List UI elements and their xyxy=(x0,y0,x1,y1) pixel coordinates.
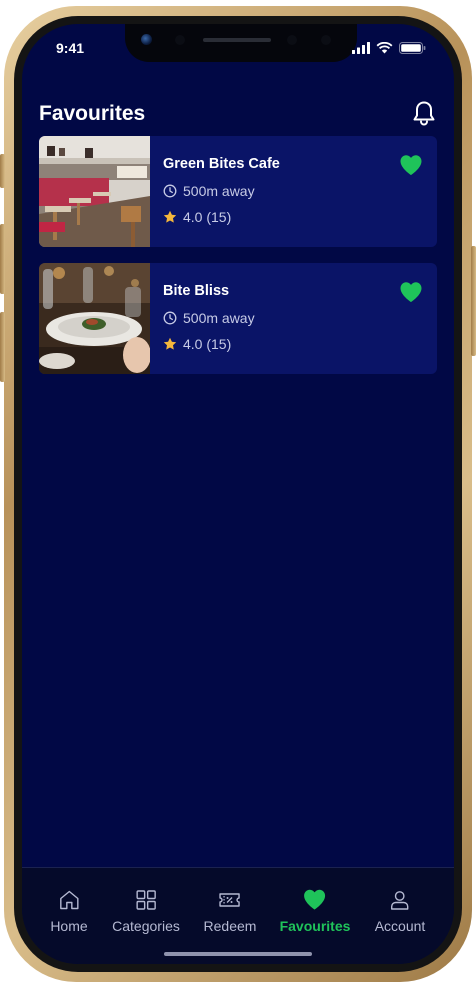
heart-icon xyxy=(304,889,326,910)
tab-label: Account xyxy=(374,918,426,934)
restaurant-rating: 4.0 (15) xyxy=(163,336,231,352)
restaurant-name: Bite Bliss xyxy=(163,283,230,299)
battery-icon xyxy=(399,42,426,54)
restaurant-image xyxy=(39,136,150,247)
tab-categories[interactable]: Categories xyxy=(112,888,180,934)
phone-device-frame: 9:41 Favourites Green Bites Cafe 500m aw… xyxy=(0,6,476,982)
status-time: 9:41 xyxy=(56,40,85,56)
home-indicator[interactable] xyxy=(164,952,312,956)
notch xyxy=(125,24,357,62)
grid-icon xyxy=(136,890,156,910)
clock-icon xyxy=(163,184,177,198)
rating-text: 4.0 (15) xyxy=(183,209,232,225)
face-sensor xyxy=(175,35,185,45)
silent-switch xyxy=(0,154,5,188)
tab-redeem[interactable]: Redeem xyxy=(203,888,257,934)
tab-label: Home xyxy=(50,918,88,934)
bell-icon[interactable] xyxy=(412,100,436,126)
restaurant-image xyxy=(39,263,150,374)
restaurant-name: Green Bites Cafe xyxy=(163,156,280,172)
distance-text: 500m away xyxy=(183,183,255,199)
heart-icon[interactable] xyxy=(399,154,423,176)
phone-bezel: 9:41 Favourites Green Bites Cafe 500m aw… xyxy=(14,16,462,972)
power-button xyxy=(471,246,476,356)
restaurant-rating: 4.0 (15) xyxy=(163,209,231,225)
wifi-icon xyxy=(376,42,393,54)
signal-icon xyxy=(352,42,370,54)
earpiece-speaker xyxy=(203,38,271,42)
tab-label: Favourites xyxy=(279,918,351,934)
rating-text: 4.0 (15) xyxy=(183,336,232,352)
coupon-icon xyxy=(219,893,241,907)
status-icons xyxy=(352,42,426,54)
front-camera xyxy=(141,34,152,45)
page-title: Favourites xyxy=(39,102,146,125)
distance-text: 500m away xyxy=(183,310,255,326)
tab-label: Redeem xyxy=(203,918,257,934)
volume-down-button xyxy=(0,312,5,382)
tab-label: Categories xyxy=(112,918,180,934)
clock-icon xyxy=(163,311,177,325)
star-icon xyxy=(163,210,177,223)
star-icon xyxy=(163,337,177,350)
volume-up-button xyxy=(0,224,5,294)
bottom-tab-bar: Home Categories Redeem Favourites Accoun… xyxy=(22,867,454,964)
home-icon xyxy=(59,890,79,910)
heart-icon[interactable] xyxy=(399,281,423,303)
ambient-sensor xyxy=(321,35,331,45)
favourite-card[interactable]: Bite Bliss 500m away 4.0 (15) xyxy=(39,263,437,374)
restaurant-distance: 500m away xyxy=(163,183,255,199)
restaurant-distance: 500m away xyxy=(163,310,255,326)
user-icon xyxy=(391,891,409,910)
tab-account[interactable]: Account xyxy=(374,888,426,934)
app-screen: 9:41 Favourites Green Bites Cafe 500m aw… xyxy=(22,24,454,964)
tab-home[interactable]: Home xyxy=(50,888,88,934)
favourite-card[interactable]: Green Bites Cafe 500m away 4.0 (15) xyxy=(39,136,437,247)
tab-favourites[interactable]: Favourites xyxy=(279,888,351,934)
proximity-sensor xyxy=(287,35,297,45)
